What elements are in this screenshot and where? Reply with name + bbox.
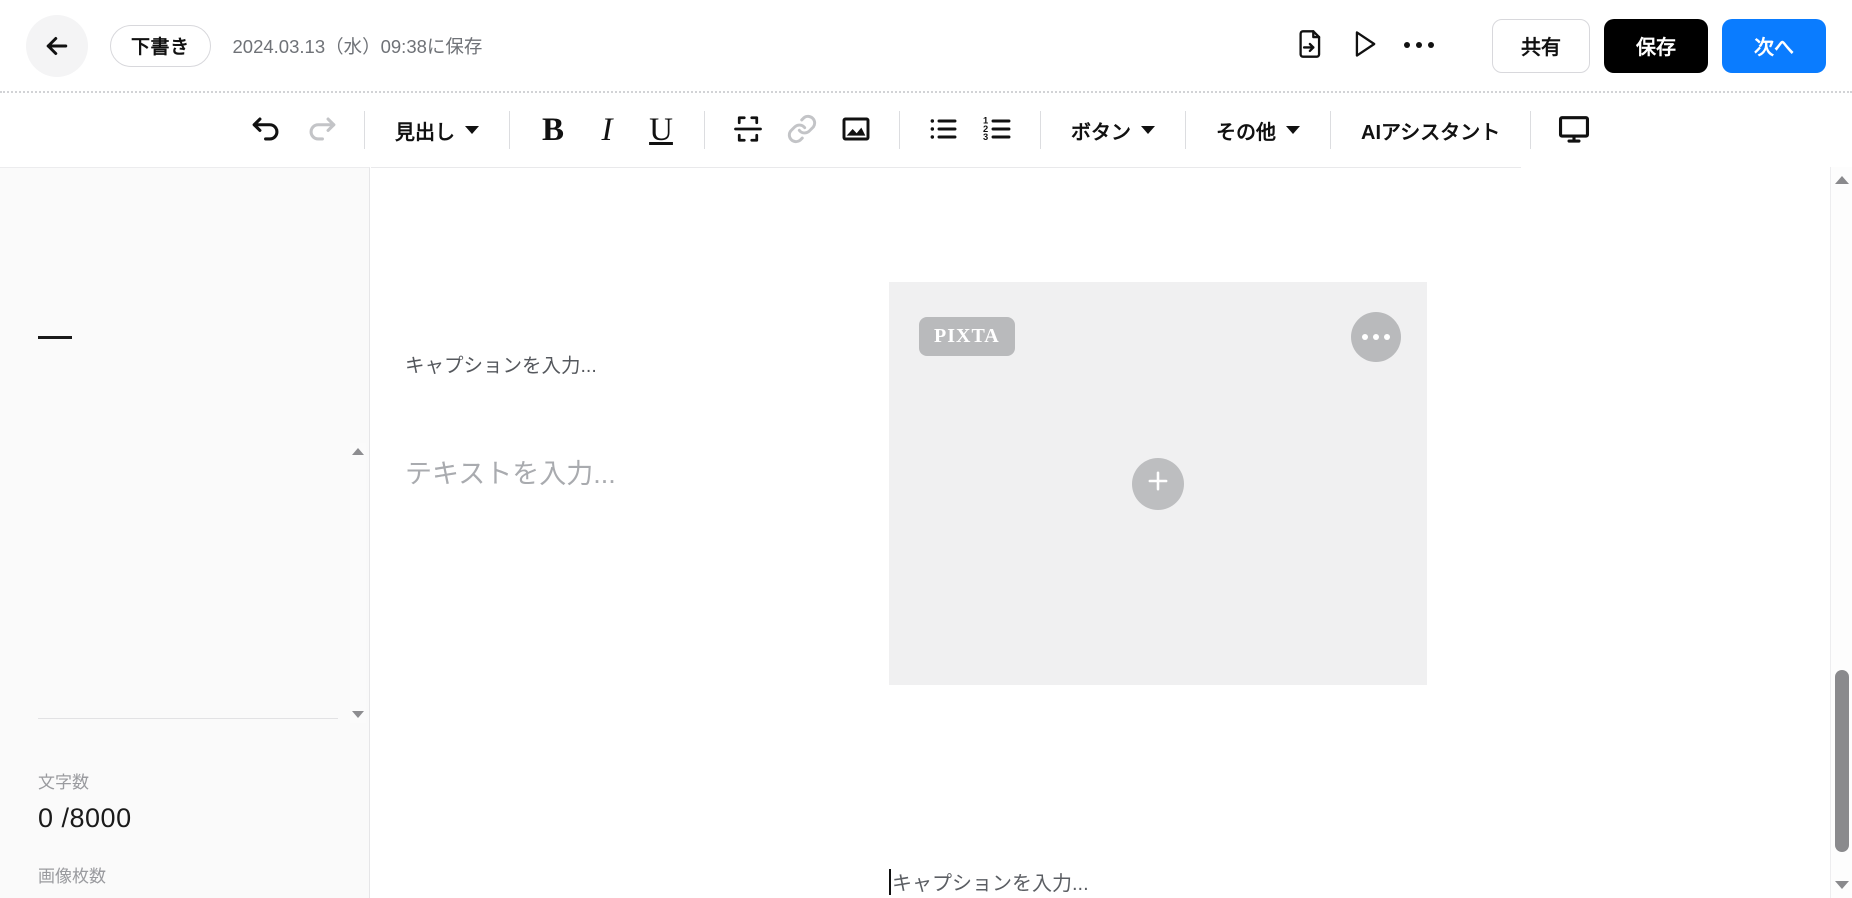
file-export-icon [1297, 29, 1325, 62]
export-button[interactable] [1284, 19, 1338, 73]
bold-button[interactable]: B [526, 103, 580, 157]
section-divider-icon [733, 114, 763, 147]
canvas-top-border [371, 167, 1521, 168]
scroll-thumb[interactable] [1835, 670, 1849, 852]
button-dropdown[interactable]: ボタン [1057, 103, 1169, 157]
link-button[interactable] [775, 103, 829, 157]
triangle-down-icon[interactable] [352, 711, 364, 718]
play-triangle-icon [1351, 29, 1379, 62]
pixta-badge: PIXTA [919, 317, 1015, 356]
document-canvas[interactable]: キャプションを入力... テキストを入力... PIXTA キャプションを入力.… [371, 167, 1830, 898]
ellipsis-circle-icon [1384, 334, 1390, 340]
top-header: 下書き 2024.03.13（水）09:38に保存 共有 保存 次へ [0, 0, 1852, 91]
bullet-list-icon [927, 113, 959, 148]
next-button[interactable]: 次へ [1722, 18, 1826, 73]
triangle-down-icon[interactable] [1835, 881, 1849, 889]
header-left-group: 下書き 2024.03.13（水）09:38に保存 [0, 14, 483, 77]
toolbar-divider-4 [899, 111, 900, 149]
undo-arrow-icon [250, 112, 284, 149]
saved-timestamp: 2024.03.13（水）09:38に保存 [232, 35, 483, 57]
sidebar-scrollbar[interactable] [350, 443, 366, 723]
char-count-value: 0 /8000 [38, 803, 132, 833]
button-dropdown-label: ボタン [1071, 121, 1131, 144]
caption-bottom-text: キャプションを入力... [892, 873, 1089, 895]
toolbar-divider-7 [1330, 111, 1331, 149]
underline-button[interactable]: U [634, 103, 688, 157]
header-right-group: 共有 保存 次へ [1284, 18, 1852, 73]
chevron-down-icon [1141, 126, 1155, 134]
more-options-button[interactable] [1392, 19, 1446, 73]
undo-button[interactable] [240, 103, 294, 157]
text-cursor [889, 868, 891, 895]
text-block-placeholder[interactable]: テキストを入力... [405, 452, 616, 491]
insert-image-button[interactable] [829, 103, 883, 157]
numbered-list-icon: 1 2 3 [981, 113, 1013, 148]
save-button[interactable]: 保存 [1604, 18, 1708, 73]
link-chain-icon [786, 113, 818, 148]
back-button[interactable] [26, 14, 88, 77]
redo-arrow-icon [304, 112, 338, 149]
triangle-up-icon[interactable] [352, 448, 364, 455]
editor-body: 文字数 0 /8000 画像枚数 0 /20 目的 目的を選択してください [0, 167, 1852, 898]
sidebar-scroll-region [0, 198, 370, 718]
sidebar-stats: 文字数 0 /8000 画像枚数 0 /20 目的 目的を選択してください [38, 768, 338, 898]
editor-app: 下書き 2024.03.13（水）09:38に保存 共有 保存 次へ 見出し B… [0, 0, 1852, 898]
ellipsis-circle-icon [1362, 334, 1368, 340]
desktop-monitor-icon [1557, 112, 1591, 149]
left-sidebar: 文字数 0 /8000 画像枚数 0 /20 目的 目的を選択してください [0, 167, 370, 898]
toolbar-divider-5 [1040, 111, 1041, 149]
section-divider-button[interactable] [721, 103, 775, 157]
image-more-button[interactable] [1351, 312, 1401, 362]
preview-device-button[interactable] [1547, 103, 1601, 157]
editor-toolbar: 見出し B I U 1 2 3 ボタン その他 AIアシスタント [0, 93, 1852, 167]
caption-input-bottom[interactable]: キャプションを入力... [889, 867, 1089, 896]
toolbar-divider-1 [364, 111, 365, 149]
share-button[interactable]: 共有 [1492, 18, 1590, 73]
redo-button[interactable] [294, 103, 348, 157]
other-dropdown-label: その他 [1216, 121, 1276, 144]
ellipsis-icon [1403, 38, 1435, 53]
chevron-down-icon [465, 126, 479, 134]
status-badge[interactable]: 下書き [110, 24, 211, 67]
heading-dropdown[interactable]: 見出し [381, 103, 493, 157]
caption-input-top[interactable]: キャプションを入力... [405, 349, 597, 378]
arrow-left-icon [42, 31, 72, 61]
preview-play-button[interactable] [1338, 19, 1392, 73]
toolbar-divider-6 [1185, 111, 1186, 149]
sidebar-separator [38, 718, 338, 719]
numbered-list-button[interactable]: 1 2 3 [970, 103, 1024, 157]
main-scrollbar[interactable] [1830, 167, 1852, 898]
italic-button[interactable]: I [580, 103, 634, 157]
image-placeholder-block[interactable]: PIXTA [889, 282, 1427, 685]
char-count-label: 文字数 [38, 773, 89, 792]
plus-circle-icon [1144, 467, 1172, 500]
chevron-down-icon [1286, 126, 1300, 134]
image-picture-icon [840, 113, 872, 148]
image-count-label: 画像枚数 [38, 867, 106, 886]
ellipsis-circle-icon [1373, 334, 1379, 340]
sidebar-dash-mark [38, 336, 72, 339]
other-dropdown[interactable]: その他 [1202, 103, 1314, 157]
toolbar-divider-8 [1530, 111, 1532, 149]
toolbar-divider-2 [509, 111, 510, 149]
toolbar-divider-3 [704, 111, 705, 149]
heading-dropdown-label: 見出し [395, 121, 455, 144]
bullet-list-button[interactable] [916, 103, 970, 157]
svg-text:3: 3 [983, 132, 988, 142]
triangle-up-icon[interactable] [1835, 176, 1849, 184]
ai-assistant-button[interactable]: AIアシスタント [1347, 103, 1514, 157]
image-add-button[interactable] [1132, 457, 1184, 510]
